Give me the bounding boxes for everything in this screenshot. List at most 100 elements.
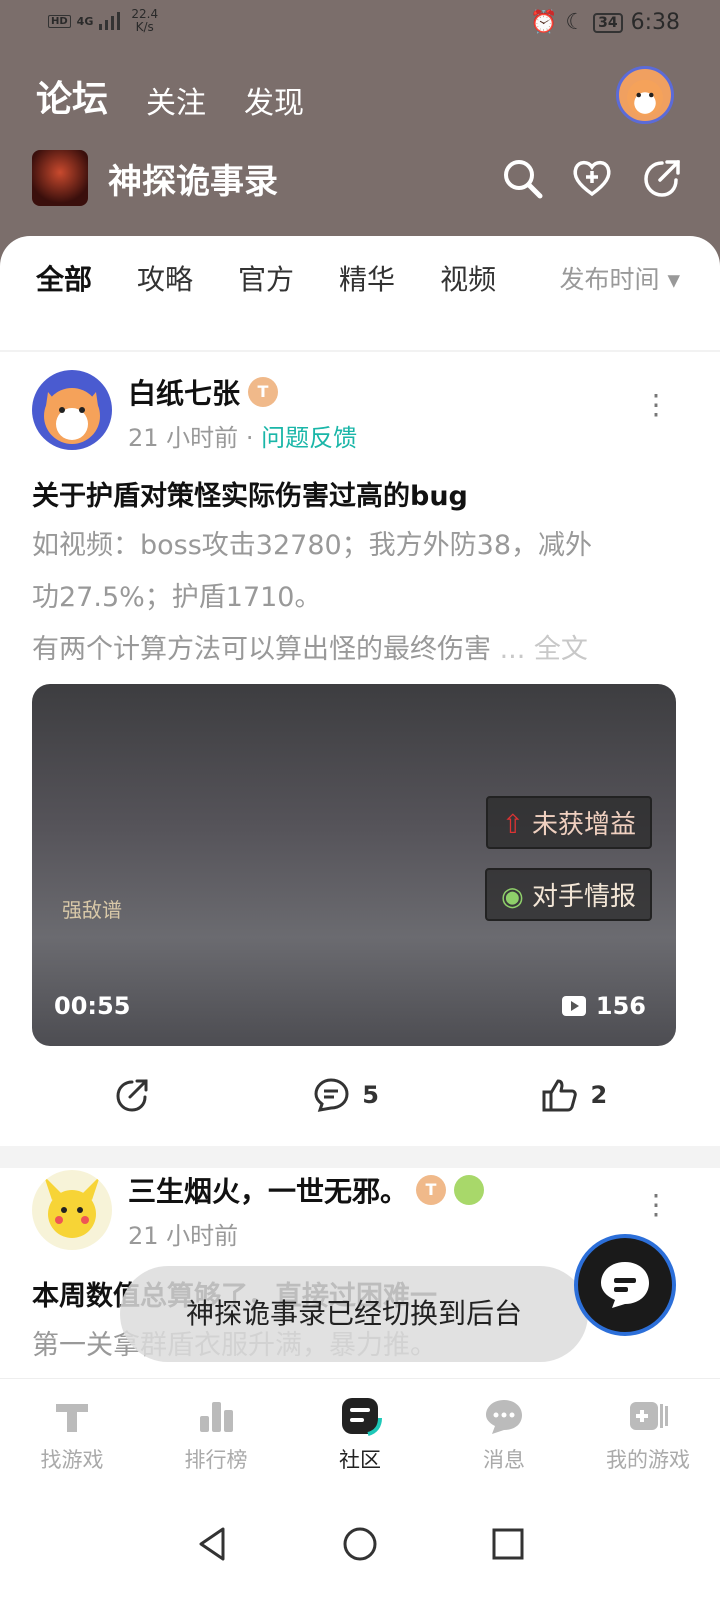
- bottom-tab-bar: 找游戏 排行榜 社区 消息 我的游戏: [0, 1378, 720, 1488]
- alarm-icon: ⏰: [529, 10, 558, 35]
- filter-guide[interactable]: 攻略: [137, 258, 193, 298]
- floating-chat-button[interactable]: [574, 1234, 676, 1336]
- video-overlay-text: 未获增益: [531, 810, 636, 840]
- more-options-icon[interactable]: ⋮: [642, 391, 670, 419]
- toast-message: 神探诡事录已经切换到后台: [120, 1266, 588, 1362]
- find-games-icon: [56, 1403, 88, 1432]
- filter-video[interactable]: 视频: [440, 258, 496, 298]
- system-nav-bar: [0, 1488, 720, 1600]
- post-separator: [0, 1146, 720, 1168]
- tab-label: 排行榜: [184, 1447, 248, 1472]
- search-icon: [504, 160, 543, 199]
- moon-icon: ☾: [565, 10, 586, 35]
- arrow-up-icon: ⇧: [501, 810, 524, 840]
- post-body-line3: 有两个计算方法可以算出怪的最终伤害 ... 全文: [32, 624, 672, 676]
- post-actions: 5 2: [32, 1076, 688, 1114]
- character-badge-icon: [454, 1175, 485, 1205]
- filter-all[interactable]: 全部: [36, 258, 92, 302]
- video-duration: 00:55: [54, 992, 131, 1020]
- filter-official[interactable]: 官方: [238, 258, 294, 298]
- tab-follow[interactable]: 关注: [146, 78, 206, 122]
- post-body[interactable]: 如视频：boss攻击32780；我方外防38，减外 功27.5%；护盾1710。…: [32, 520, 672, 676]
- heart-plus-icon: [573, 160, 611, 197]
- post-body-line: 如视频：boss攻击32780；我方外防38，减外: [32, 530, 593, 561]
- video-overlay-text: 强敌谱: [62, 898, 122, 922]
- tab-label: 找游戏: [40, 1447, 104, 1472]
- top-nav: 论坛 关注 发现: [33, 70, 304, 122]
- search-button[interactable]: [500, 156, 544, 200]
- comment-icon: [314, 1078, 349, 1112]
- tab-label: 社区: [339, 1447, 381, 1472]
- post-meta: 21 小时前 · 问题反馈: [128, 424, 358, 452]
- home-icon[interactable]: [341, 1525, 379, 1563]
- filter-featured[interactable]: 精华: [339, 258, 395, 298]
- video-views: 156: [561, 992, 646, 1020]
- tab-forum[interactable]: 论坛: [33, 70, 111, 122]
- share-action[interactable]: [113, 1076, 151, 1114]
- tab-my-games[interactable]: 我的游戏: [576, 1379, 720, 1488]
- post-title[interactable]: 关于护盾对策怪实际伤害过高的bug: [32, 474, 468, 513]
- network-speed: 22.4 K/s: [131, 8, 158, 34]
- comment-count: 5: [362, 1081, 379, 1109]
- signal-icon: 4G: [76, 14, 94, 28]
- tab-label: 我的游戏: [606, 1447, 690, 1472]
- post-meta: 21 小时前: [128, 1216, 238, 1251]
- battery-icon: 34: [593, 12, 623, 33]
- my-games-icon: [630, 1401, 668, 1430]
- game-icon[interactable]: [32, 150, 88, 206]
- author-avatar[interactable]: [32, 1170, 112, 1250]
- video-overlay-text: 对手情报: [531, 882, 636, 912]
- comment-action[interactable]: 5: [312, 1076, 379, 1114]
- tab-messages[interactable]: 消息: [432, 1379, 576, 1488]
- author-name-row: 白纸七张 T: [128, 372, 279, 412]
- tab-discover[interactable]: 发现: [244, 78, 304, 122]
- back-icon[interactable]: [193, 1525, 231, 1563]
- status-bar: HD 4G 22.4 K/s ⏰ ☾ 34 6:38: [0, 0, 720, 50]
- tab-ranking[interactable]: 排行榜: [144, 1379, 288, 1488]
- level-badge: T: [248, 377, 279, 407]
- video-view-count: 156: [595, 992, 646, 1020]
- signal-bars-icon: [99, 12, 121, 30]
- video-overlay-label: ◉ 对手情报: [485, 868, 652, 921]
- ranking-icon: [200, 1401, 233, 1432]
- tab-label: 消息: [483, 1447, 525, 1472]
- post-time: 21 小时前: [128, 1222, 239, 1250]
- post-body-line: 功27.5%；护盾1710。: [32, 582, 322, 613]
- tab-community[interactable]: 社区: [288, 1379, 432, 1488]
- more-options-icon[interactable]: ⋮: [642, 1191, 670, 1219]
- speed-unit: K/s: [135, 20, 154, 34]
- divider: [0, 350, 720, 352]
- post-card[interactable]: 白纸七张 T 21 小时前 · 问题反馈 ⋮ 关于护盾对策怪实际伤害过高的bug…: [32, 370, 688, 1150]
- author-avatar[interactable]: [32, 370, 112, 450]
- share-icon: [644, 160, 680, 197]
- like-count: 2: [590, 1081, 608, 1109]
- like-action[interactable]: 2: [541, 1076, 608, 1114]
- favorite-button[interactable]: [570, 156, 614, 200]
- hd-indicator: HD: [48, 14, 71, 28]
- post-tag[interactable]: 问题反馈: [261, 424, 357, 452]
- filter-bar: 全部 攻略 官方 精华 视频 发布时间 ▾: [0, 236, 720, 316]
- sort-dropdown[interactable]: 发布时间 ▾: [560, 260, 681, 296]
- recents-icon[interactable]: [489, 1525, 527, 1563]
- eye-icon: ◉: [501, 882, 524, 912]
- message-icon: [486, 1399, 522, 1434]
- tab-find-games[interactable]: 找游戏: [0, 1379, 144, 1488]
- thumbs-up-icon: [542, 1079, 577, 1112]
- author-name-row: 三生烟火，一世无邪。 T: [128, 1170, 485, 1210]
- game-title: 神探诡事录: [108, 161, 278, 202]
- read-more-link[interactable]: ... 全文: [500, 634, 588, 665]
- user-avatar[interactable]: [616, 66, 674, 124]
- game-bar: 神探诡事录: [32, 148, 684, 208]
- level-badge: T: [416, 1175, 447, 1205]
- share-button[interactable]: [640, 156, 684, 200]
- community-icon: [342, 1397, 382, 1436]
- play-icon: [561, 996, 586, 1016]
- post-time: 21 小时前: [128, 424, 239, 452]
- author-name[interactable]: 白纸七张: [128, 372, 240, 412]
- post-body-line-text: 有两个计算方法可以算出怪的最终伤害: [32, 634, 491, 665]
- video-thumbnail[interactable]: ⇧ 未获增益 ◉ 对手情报 强敌谱 00:55 156: [32, 684, 676, 1046]
- chat-bubble-icon: [601, 1262, 649, 1308]
- share-icon: [116, 1079, 148, 1112]
- author-name[interactable]: 三生烟火，一世无邪。: [128, 1170, 408, 1210]
- clock: 6:38: [630, 10, 680, 35]
